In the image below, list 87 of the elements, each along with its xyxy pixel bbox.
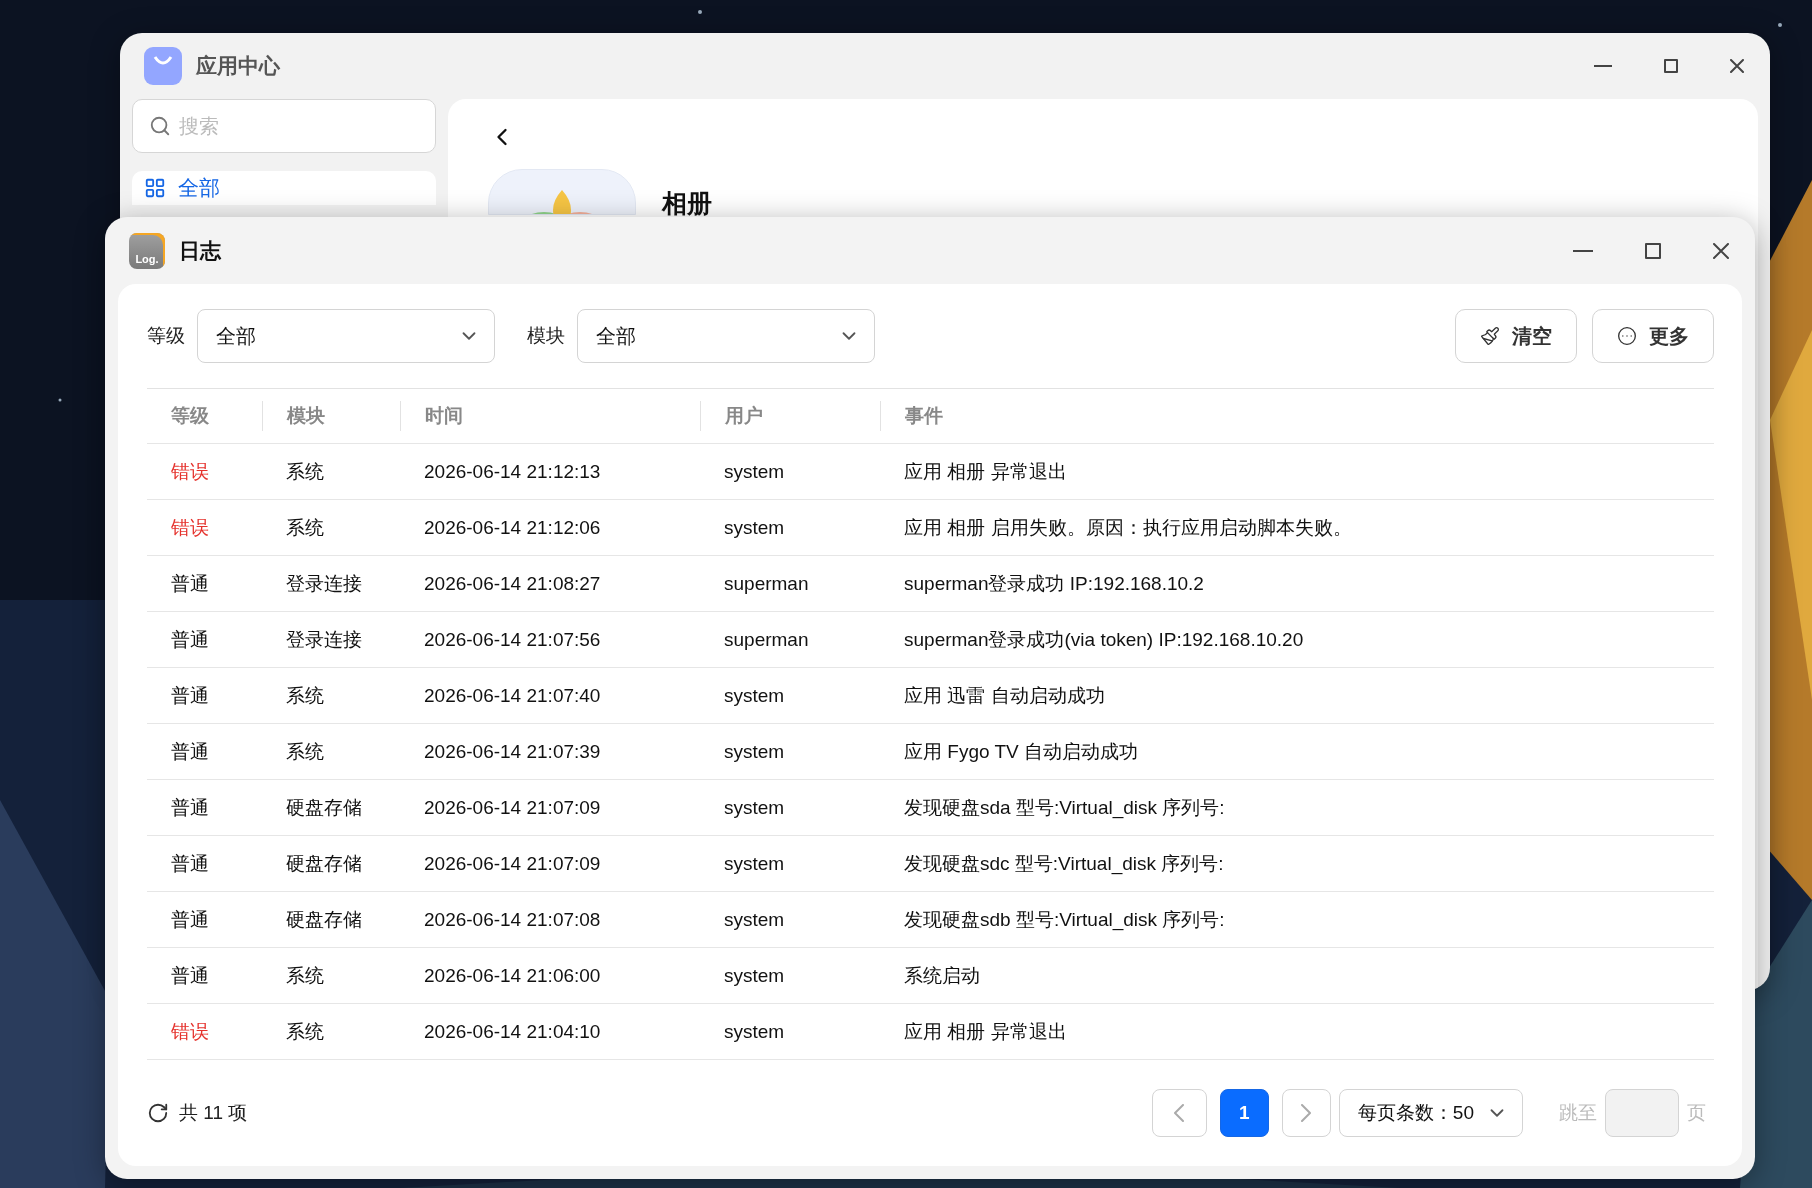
- column-header[interactable]: 模块: [262, 401, 400, 431]
- page-button[interactable]: 1: [1219, 1089, 1269, 1137]
- table-cell-text: superman登录成功 IP:192.168.10.2: [903, 571, 1205, 596]
- clear-button[interactable]: 清空: [1455, 309, 1577, 363]
- window-title: 应用中心: [196, 53, 281, 79]
- page-suffix: 页: [1687, 1101, 1706, 1125]
- table-cell-text: 硬盘存储: [285, 907, 363, 932]
- table-cell-text: 2026-06-14 21:07:40: [423, 684, 602, 707]
- level-cell-text: 错误: [170, 1019, 210, 1044]
- table-cell-text: 发现硬盘sdb 型号:Virtual_disk 序列号:: [903, 907, 1226, 933]
- level-cell-text: 普通: [170, 571, 210, 596]
- page-size-select[interactable]: 每页条数：50: [1338, 1089, 1523, 1137]
- table-cell-text: 系统: [285, 739, 325, 764]
- level-cell-text: 普通: [170, 963, 210, 988]
- brush-icon: [1480, 326, 1500, 346]
- table-cell-text: 2026-06-14 21:07:09: [423, 852, 602, 875]
- table-cell-text: 硬盘存储: [285, 851, 363, 876]
- table-cell-text: 应用 Fygo TV 自动启动成功: [903, 739, 1139, 764]
- table-cell-text: 应用 相册 异常退出: [903, 1019, 1068, 1044]
- table-cell-text: 2026-06-14 21:07:56: [423, 628, 602, 651]
- column-header[interactable]: 等级: [147, 401, 262, 431]
- table-cell-text: system: [723, 908, 786, 931]
- table-cell-text: 2026-06-14 21:07:08: [423, 908, 602, 931]
- table-cell-text: system: [723, 516, 786, 539]
- level-cell-text: 普通: [170, 907, 210, 932]
- table-cell-text: 应用 相册 异常退出: [903, 459, 1068, 484]
- level-cell-text: 普通: [170, 627, 210, 652]
- level-cell-text: 普通: [170, 683, 210, 708]
- filter-select[interactable]: 全部: [577, 309, 875, 363]
- table-cell-text: 系统: [285, 459, 325, 484]
- table-cell-text: system: [723, 964, 786, 987]
- table-cell-text: 发现硬盘sdc 型号:Virtual_disk 序列号:: [903, 851, 1225, 877]
- chevron-right-icon: [1301, 1104, 1312, 1122]
- level-cell-text: 普通: [170, 851, 210, 876]
- column-header[interactable]: 事件: [880, 401, 1714, 431]
- level-cell-text: 普通: [170, 739, 210, 764]
- table-cell-text: 2026-06-14 21:12:06: [423, 516, 602, 539]
- refresh-icon[interactable]: [147, 1102, 169, 1124]
- table-cell-text: 硬盘存储: [285, 795, 363, 820]
- filter-label: 模块: [527, 324, 565, 348]
- table-cell-text: 系统: [285, 963, 325, 988]
- table-cell-text: system: [723, 740, 786, 763]
- ellipsis-icon: [1617, 326, 1637, 346]
- table-cell-text: 2026-06-14 21:08:27: [423, 572, 602, 595]
- app-name: 相册: [662, 188, 712, 219]
- table-cell-text: superman: [723, 572, 810, 595]
- table-cell-text: system: [723, 684, 786, 707]
- level-cell-text: 错误: [170, 459, 210, 484]
- level-cell-text: 普通: [170, 795, 210, 820]
- table-cell-text: system: [723, 1020, 786, 1043]
- table-cell-text: 系统: [285, 515, 325, 540]
- table-cell-text: superman: [723, 628, 810, 651]
- page-jump-field[interactable]: [1605, 1089, 1679, 1137]
- jump-label: 跳至: [1559, 1101, 1597, 1125]
- column-header[interactable]: 用户: [700, 401, 880, 431]
- log-app-icon: Log.: [129, 232, 165, 269]
- filter-label: 等级: [147, 324, 185, 348]
- store-bag-icon: [144, 47, 182, 85]
- table-cell-text: 应用 相册 启用失败。原因：执行应用启动脚本失败。: [903, 515, 1353, 540]
- table-cell-text: 2026-06-14 21:12:13: [423, 460, 602, 483]
- filter-select[interactable]: 全部: [197, 309, 495, 363]
- more-button[interactable]: 更多: [1592, 309, 1714, 363]
- level-cell-text: 错误: [170, 515, 210, 540]
- search-icon: [149, 115, 171, 137]
- table-cell-text: 2026-06-14 21:07:39: [423, 740, 602, 763]
- table-cell-text: 2026-06-14 21:07:09: [423, 796, 602, 819]
- minimize-icon[interactable]: [1573, 249, 1593, 252]
- table-cell-text: system: [723, 852, 786, 875]
- grid-icon: [144, 177, 166, 199]
- sidebar-item[interactable]: 全部: [132, 171, 436, 205]
- chevron-left-icon: [1174, 1104, 1185, 1122]
- table-cell-text: superman登录成功(via token) IP:192.168.10.20: [903, 627, 1305, 652]
- table-cell-text: 发现硬盘sda 型号:Virtual_disk 序列号:: [903, 795, 1226, 821]
- window-title: 日志: [179, 237, 222, 264]
- table-cell-text: 系统启动: [903, 963, 981, 988]
- table-cell-text: 系统: [285, 1019, 325, 1044]
- table-cell-text: 应用 迅雷 自动启动成功: [903, 683, 1106, 708]
- column-header[interactable]: 时间: [400, 401, 700, 431]
- total-count: 共 11 项: [179, 1101, 248, 1125]
- table-cell-text: 登录连接: [285, 627, 363, 652]
- table-cell-text: 登录连接: [285, 571, 363, 596]
- table-cell-text: 2026-06-14 21:06:00: [423, 964, 602, 987]
- table-cell-text: system: [723, 460, 786, 483]
- app-icon: [488, 169, 636, 215]
- table-cell-text: system: [723, 796, 786, 819]
- table-cell-text: 系统: [285, 683, 325, 708]
- table-cell-text: 2026-06-14 21:04:10: [423, 1020, 602, 1043]
